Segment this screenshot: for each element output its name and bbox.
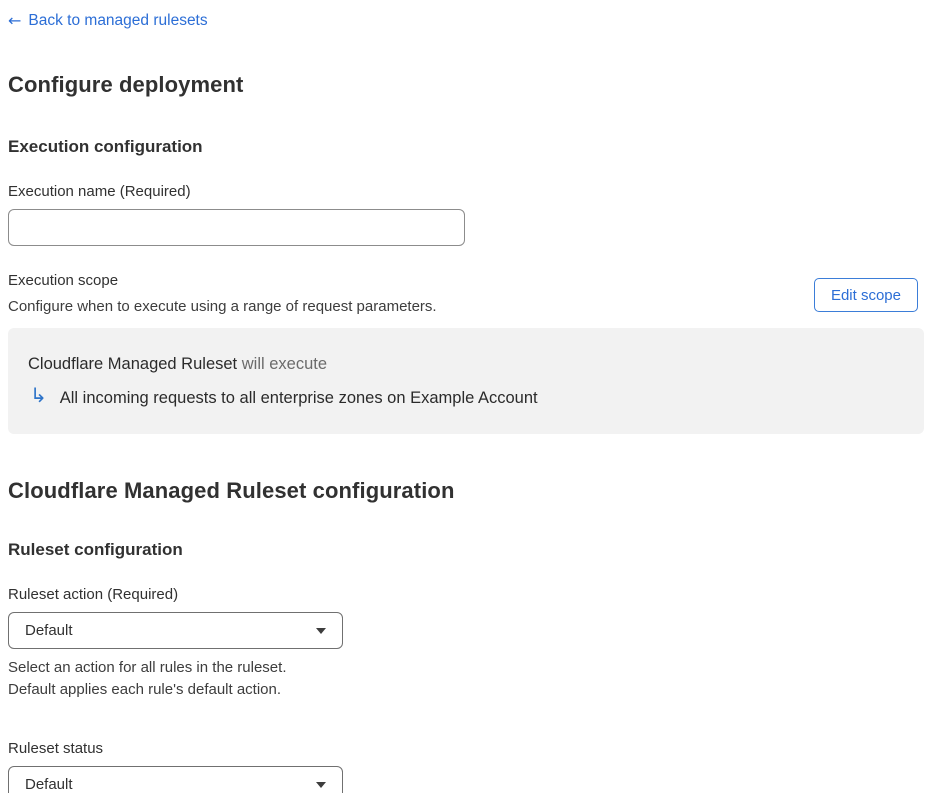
scope-summary-detail: ↳ All incoming requests to all enterpris… — [28, 383, 904, 408]
chevron-down-icon — [316, 627, 326, 634]
ruleset-status-selected-value: Default — [25, 776, 73, 793]
chevron-down-icon — [316, 781, 326, 788]
execution-scope-text-block: Execution scope Configure when to execut… — [8, 272, 437, 318]
execution-scope-label: Execution scope — [8, 272, 119, 289]
ruleset-name-text: Cloudflare Managed Ruleset — [28, 355, 238, 373]
back-arrow-icon: ← — [8, 11, 22, 30]
ruleset-configuration-title: Cloudflare Managed Ruleset configuration — [8, 478, 455, 503]
scope-summary-headline: Cloudflare Managed Ruleset will execute — [28, 355, 904, 374]
page-title: Configure deployment — [8, 72, 244, 97]
ruleset-action-label: Ruleset action (Required) — [8, 586, 179, 603]
execution-name-label: Execution name (Required) — [8, 183, 191, 200]
ruleset-action-select[interactable]: Default — [8, 612, 343, 649]
ruleset-action-selected-value: Default — [25, 622, 73, 639]
execution-scope-description: Configure when to execute using a range … — [8, 298, 437, 315]
execution-configuration-heading: Execution configuration — [8, 137, 203, 156]
ruleset-action-help-line1: Select an action for all rules in the ru… — [8, 659, 287, 676]
will-execute-text: will execute — [241, 355, 328, 373]
execution-scope-row: Execution scope Configure when to execut… — [8, 272, 924, 318]
back-link-label: Back to managed rulesets — [28, 12, 208, 29]
scope-summary-box: Cloudflare Managed Ruleset will execute … — [8, 328, 924, 434]
ruleset-action-help-line2: Default applies each rule's default acti… — [8, 681, 282, 698]
scope-detail-text: All incoming requests to all enterprise … — [59, 388, 538, 407]
branch-arrow-icon: ↳ — [30, 383, 47, 407]
ruleset-configuration-subheading: Ruleset configuration — [8, 540, 183, 559]
ruleset-status-select[interactable]: Default — [8, 766, 343, 793]
ruleset-status-label: Ruleset status — [8, 740, 104, 757]
edit-scope-button[interactable]: Edit scope — [813, 278, 918, 312]
back-to-managed-rulesets-link[interactable]: ← Back to managed rulesets — [8, 12, 208, 30]
execution-name-input[interactable] — [8, 209, 465, 246]
configure-deployment-page: ← Back to managed rulesets Configure dep… — [0, 0, 931, 793]
